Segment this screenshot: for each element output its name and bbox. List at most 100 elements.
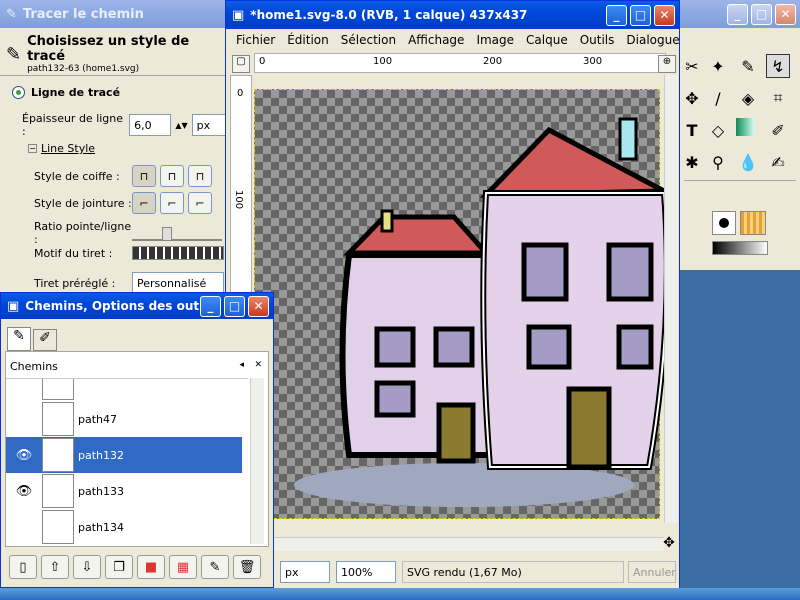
join-miter-button[interactable]: ⌐ [132, 192, 156, 214]
path-name[interactable]: path47 [78, 413, 117, 426]
image-titlebar[interactable]: ▣ *home1.svg-8.0 (RVB, 1 calque) 437x437… [226, 1, 679, 29]
pattern-preview[interactable] [740, 211, 766, 235]
bucket-fill-tool-icon[interactable]: ◇ [706, 118, 730, 142]
top-ruler[interactable]: 0 100 200 300 [254, 53, 666, 73]
canvas-area[interactable] [254, 75, 664, 523]
maximize-button[interactable]: □ [630, 5, 651, 26]
status-text: SVG rendu (1,67 Mo) [402, 561, 624, 583]
panel-close-icon[interactable]: ✕ [254, 360, 262, 370]
minimize-button[interactable]: _ [727, 4, 748, 25]
visibility-eye-icon[interactable]: 👁 [6, 484, 42, 499]
close-button[interactable]: ✕ [775, 4, 796, 25]
paths-titlebar[interactable]: ▣ Chemins, Options des outils _ □ ✕ [1, 293, 273, 319]
menu-item[interactable]: Calque [526, 33, 568, 47]
cap-round-button[interactable]: ⊓ [160, 165, 184, 187]
duplicate-path-icon[interactable]: ❐ [105, 555, 133, 579]
heal-tool-icon[interactable]: ↯ [766, 54, 790, 78]
close-button[interactable]: ✕ [654, 5, 675, 26]
line-radio[interactable] [12, 86, 25, 99]
clone-tool-icon[interactable]: ⚲ [706, 150, 730, 174]
menu-item[interactable]: Affichage [408, 33, 464, 47]
smudge-tool-icon[interactable]: ✍ [766, 150, 790, 174]
join-bevel-button[interactable]: ⌐ [188, 192, 212, 214]
perspective-tool-icon[interactable]: ◈ [736, 86, 760, 110]
path-row[interactable]: path134 [6, 509, 242, 544]
paths-panel: Chemins ◂ ✕ path47 👁 path132 👁 path133 path13… [5, 351, 269, 547]
stroke-dialog-titlebar[interactable]: ✎ Tracer le chemin [0, 0, 230, 28]
ruler-tick-label: 200 [483, 56, 503, 67]
maximize-button[interactable]: □ [751, 4, 772, 25]
menu-item[interactable]: Édition [287, 33, 329, 47]
navigate-icon[interactable]: ⊕ [658, 55, 676, 73]
crop-tool-icon[interactable]: ⌗ [766, 86, 790, 110]
panel-menu-icon[interactable]: ◂ [239, 360, 244, 370]
menu-item[interactable]: Dialogues [626, 33, 685, 47]
menu-item[interactable]: Fichier [236, 33, 275, 47]
join-round-button[interactable]: ⌐ [160, 192, 184, 214]
line-width-input[interactable]: 6,0 [129, 114, 172, 136]
path-name[interactable]: path132 [78, 449, 124, 462]
path-row[interactable]: 👁 path132 [6, 437, 242, 473]
airbrush-tool-icon[interactable]: ✱ [680, 150, 704, 174]
spin-arrows-icon[interactable]: ▲▼ [175, 121, 187, 130]
lower-path-icon[interactable]: ⇩ [73, 555, 101, 579]
paths-tool-icon[interactable]: ✎ [736, 54, 760, 78]
menu-item[interactable]: Outils [580, 33, 615, 47]
blur-tool-icon[interactable]: 💧 [736, 150, 760, 174]
unit-selector[interactable]: px [280, 561, 330, 583]
maximize-button[interactable]: □ [224, 296, 245, 317]
horizontal-scrollbar[interactable] [254, 537, 664, 551]
path-row[interactable]: 👁 path133 [6, 473, 242, 509]
zoom-selector[interactable]: 100% [336, 561, 396, 583]
path-thumbnail [42, 510, 74, 544]
fuzzy-select-tool-icon[interactable]: ✦ [706, 54, 730, 78]
raise-path-icon[interactable]: ⇧ [41, 555, 69, 579]
path-row[interactable] [6, 379, 242, 401]
line-width-label: Épaisseur de ligne : [22, 112, 124, 138]
pencil-tool-icon[interactable]: ✐ [766, 118, 790, 142]
path-to-selection-icon[interactable]: ■ [137, 555, 165, 579]
text-tool-icon[interactable]: T [680, 118, 704, 142]
image-title: *home1.svg-8.0 (RVB, 1 calque) 437x437 [250, 8, 528, 22]
move-tool-icon[interactable]: ✥ [680, 86, 704, 110]
visibility-eye-icon[interactable]: 👁 [6, 448, 42, 463]
cap-square-button[interactable]: ⊓ [188, 165, 212, 187]
taskbar [0, 588, 800, 600]
stroke-path-icon[interactable]: ✎ [201, 555, 229, 579]
gradient-preview[interactable] [712, 241, 768, 255]
brush-tool-icon[interactable]: / [706, 86, 730, 110]
scissors-tool-icon[interactable]: ✂ [680, 54, 704, 78]
collapse-icon[interactable]: − [28, 144, 37, 153]
cancel-button[interactable]: Annuler [628, 561, 676, 583]
delete-path-icon[interactable]: 🗑 [233, 555, 261, 579]
dash-pattern-editor[interactable] [132, 246, 224, 260]
paths-dialog: ▣ Chemins, Options des outils _ □ ✕ ✎ ✐ … [0, 292, 274, 588]
toolbox-titlebar[interactable]: _ □ ✕ [680, 0, 800, 28]
navigate-corner-icon[interactable]: ✥ [660, 535, 678, 553]
quickmask-icon[interactable]: ▢ [232, 55, 250, 73]
stroke-icon: ✎ [6, 43, 22, 65]
list-scrollbar[interactable] [250, 378, 264, 544]
cap-style-label: Style de coiffe : [34, 169, 120, 183]
new-path-icon[interactable]: ▯ [9, 555, 37, 579]
cap-butt-button[interactable]: ⊓ [132, 165, 156, 187]
color-area[interactable] [684, 180, 796, 260]
tab-tool-options[interactable]: ✐ [33, 329, 57, 351]
dash-preset-select[interactable]: Personnalisé [132, 272, 224, 294]
minimize-button[interactable]: _ [200, 296, 221, 317]
vertical-scrollbar[interactable] [664, 75, 678, 523]
blend-tool-icon[interactable] [736, 118, 754, 136]
menu-item[interactable]: Sélection [341, 33, 396, 47]
line-option-label: Ligne de tracé [31, 86, 121, 99]
path-row[interactable]: path47 [6, 401, 242, 437]
miter-slider[interactable] [132, 225, 222, 241]
path-name[interactable]: path133 [78, 485, 124, 498]
brush-preview[interactable] [712, 211, 736, 235]
path-name[interactable]: path134 [78, 521, 124, 534]
selection-to-path-icon[interactable]: ▦ [169, 555, 197, 579]
tab-paths[interactable]: ✎ [7, 327, 31, 351]
line-style-label[interactable]: Line Style [41, 142, 95, 155]
close-button[interactable]: ✕ [248, 296, 269, 317]
menu-item[interactable]: Image [476, 33, 514, 47]
minimize-button[interactable]: _ [606, 5, 627, 26]
